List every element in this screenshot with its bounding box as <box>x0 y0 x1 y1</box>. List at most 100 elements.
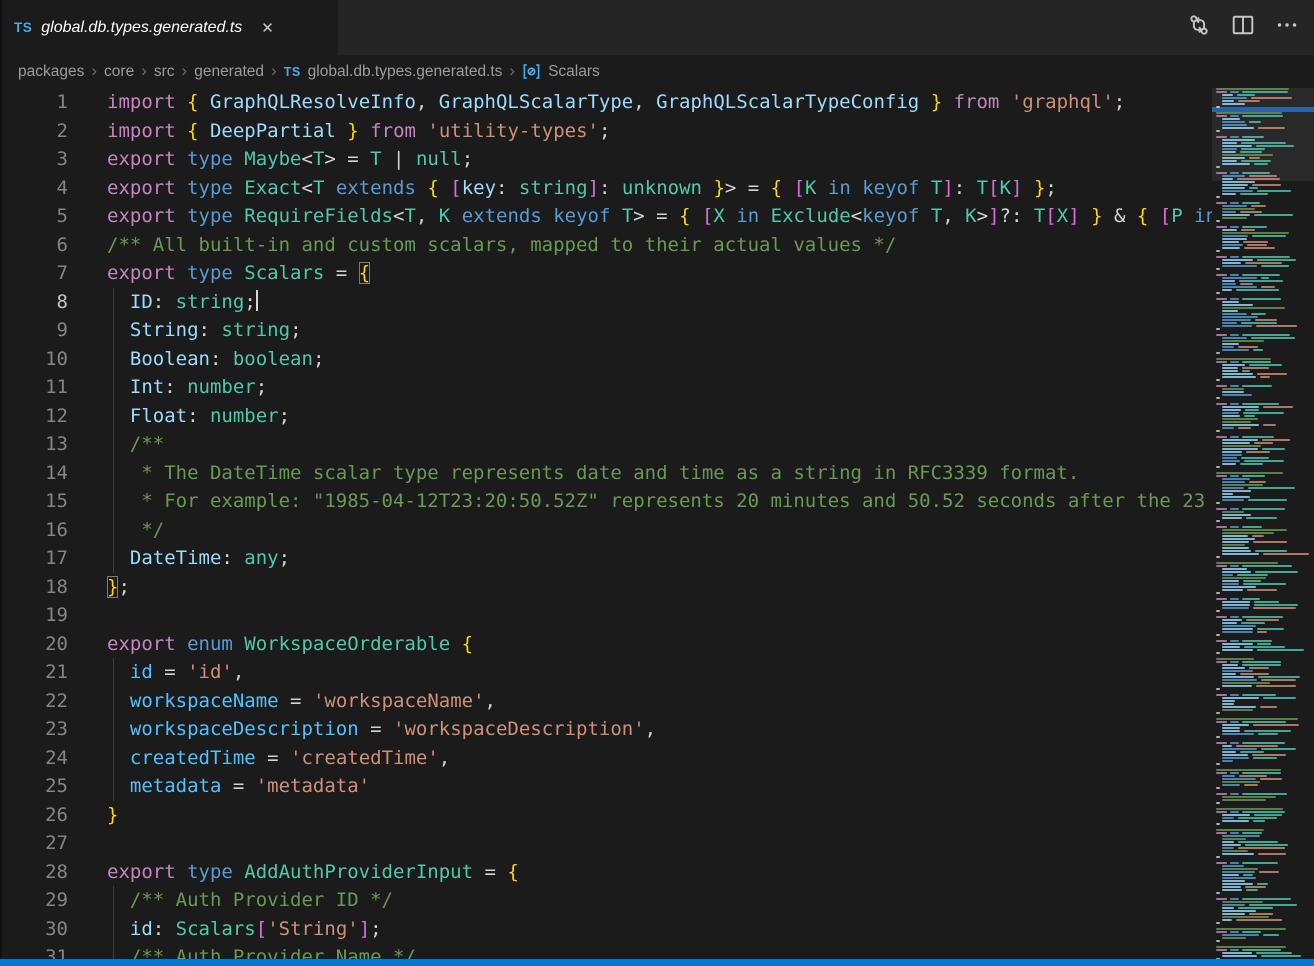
code-line[interactable]: 15 * For example: "1985-04-12T23:20:50.5… <box>0 487 1212 516</box>
open-changes-button[interactable] <box>1184 13 1214 43</box>
code-line[interactable]: 20export enum WorkspaceOrderable { <box>0 630 1212 659</box>
line-number[interactable]: 26 <box>0 801 68 830</box>
code-line[interactable]: 27 <box>0 829 1212 858</box>
code-line[interactable]: 9 String: string; <box>0 316 1212 345</box>
minimap-line <box>1212 592 1314 594</box>
code-line[interactable]: 16 */ <box>0 516 1212 545</box>
code-line[interactable]: 28export type AddAuthProviderInput = { <box>0 858 1212 887</box>
minimap-line <box>1212 919 1314 921</box>
minimap-line <box>1212 115 1314 117</box>
line-number[interactable]: 22 <box>0 687 68 716</box>
line-number[interactable]: 31 <box>0 943 68 959</box>
minimap-line <box>1212 583 1314 585</box>
code-area[interactable]: 1import { GraphQLResolveInfo, GraphQLSca… <box>0 88 1212 959</box>
code-line[interactable]: 13 /** <box>0 430 1212 459</box>
line-number[interactable]: 17 <box>0 544 68 573</box>
minimap-line <box>1212 391 1314 393</box>
code-line[interactable]: 2import { DeepPartial } from 'utility-ty… <box>0 117 1212 146</box>
more-actions-button[interactable] <box>1272 13 1302 43</box>
line-number[interactable]: 24 <box>0 744 68 773</box>
line-number[interactable]: 2 <box>0 117 68 146</box>
code-line[interactable]: 8 ID: string; <box>0 288 1212 317</box>
code-line[interactable]: 4export type Exact<T extends { [key: str… <box>0 174 1212 203</box>
line-number[interactable]: 29 <box>0 886 68 915</box>
line-number[interactable]: 10 <box>0 345 68 374</box>
minimap-line <box>1212 484 1314 486</box>
minimap-line <box>1212 598 1314 600</box>
line-number[interactable]: 8 <box>0 288 68 317</box>
line-number[interactable]: 30 <box>0 915 68 944</box>
code-line[interactable]: 14 * The DateTime scalar type represents… <box>0 459 1212 488</box>
line-number[interactable]: 28 <box>0 858 68 887</box>
line-number[interactable]: 18 <box>0 573 68 602</box>
minimap-line <box>1212 220 1314 222</box>
line-number[interactable]: 11 <box>0 373 68 402</box>
code-text: } <box>68 801 118 830</box>
minimap-line <box>1212 763 1314 765</box>
line-number[interactable]: 9 <box>0 316 68 345</box>
breadcrumb-item-generated[interactable]: generated <box>194 63 264 81</box>
breadcrumb-file[interactable]: global.db.types.generated.ts <box>308 63 503 81</box>
code-line[interactable]: 25 metadata = 'metadata' <box>0 772 1212 801</box>
line-number[interactable]: 12 <box>0 402 68 431</box>
code-text: import { DeepPartial } from 'utility-typ… <box>68 117 610 146</box>
code-line[interactable]: 6/** All built-in and custom scalars, ma… <box>0 231 1212 260</box>
code-line[interactable]: 22 workspaceName = 'workspaceName', <box>0 687 1212 716</box>
line-number[interactable]: 27 <box>0 829 68 858</box>
tab-global-db-types-generated[interactable]: TS global.db.types.generated.ts ✕ <box>0 0 338 55</box>
minimap[interactable] <box>1212 88 1314 959</box>
breadcrumb-item-packages[interactable]: packages <box>18 63 84 81</box>
code-line[interactable]: 10 Boolean: boolean; <box>0 345 1212 374</box>
code-text: Int: number; <box>68 373 267 402</box>
minimap-line <box>1212 97 1314 99</box>
minimap-line <box>1212 496 1314 498</box>
code-line[interactable]: 1import { GraphQLResolveInfo, GraphQLSca… <box>0 88 1212 117</box>
line-number[interactable]: 14 <box>0 459 68 488</box>
code-line[interactable]: 24 createdTime = 'createdTime', <box>0 744 1212 773</box>
code-line[interactable]: 31 /** Auth Provider Name */ <box>0 943 1212 959</box>
minimap-line <box>1212 370 1314 372</box>
minimap-line <box>1212 802 1314 804</box>
code-line[interactable]: 7export type Scalars = { <box>0 259 1212 288</box>
minimap-line <box>1212 556 1314 558</box>
code-text: metadata = 'metadata' <box>68 772 370 801</box>
line-number[interactable]: 16 <box>0 516 68 545</box>
line-number[interactable]: 21 <box>0 658 68 687</box>
minimap-line <box>1212 796 1314 798</box>
line-number[interactable]: 5 <box>0 202 68 231</box>
code-line[interactable]: 19 <box>0 601 1212 630</box>
split-editor-button[interactable] <box>1228 13 1258 43</box>
code-line[interactable]: 5export type RequireFields<T, K extends … <box>0 202 1212 231</box>
code-line[interactable]: 30 id: Scalars['String']; <box>0 915 1212 944</box>
line-number[interactable]: 6 <box>0 231 68 260</box>
line-number[interactable]: 23 <box>0 715 68 744</box>
code-line[interactable]: 18}; <box>0 573 1212 602</box>
line-number[interactable]: 13 <box>0 430 68 459</box>
code-line[interactable]: 23 workspaceDescription = 'workspaceDesc… <box>0 715 1212 744</box>
code-text: ID: string; <box>68 288 258 317</box>
code-line[interactable]: 29 /** Auth Provider ID */ <box>0 886 1212 915</box>
code-line[interactable]: 21 id = 'id', <box>0 658 1212 687</box>
line-number[interactable]: 4 <box>0 174 68 203</box>
code-text: workspaceName = 'workspaceName', <box>68 687 496 716</box>
line-number[interactable]: 1 <box>0 88 68 117</box>
line-number[interactable]: 15 <box>0 487 68 516</box>
code-line[interactable]: 3export type Maybe<T> = T | null; <box>0 145 1212 174</box>
line-number[interactable]: 20 <box>0 630 68 659</box>
code-line[interactable]: 26} <box>0 801 1212 830</box>
minimap-line <box>1212 334 1314 336</box>
code-line[interactable]: 17 DateTime: any; <box>0 544 1212 573</box>
line-number[interactable]: 19 <box>0 601 68 630</box>
line-number[interactable]: 25 <box>0 772 68 801</box>
close-tab-icon[interactable]: ✕ <box>257 17 278 39</box>
breadcrumb-item-core[interactable]: core <box>104 63 134 81</box>
line-number[interactable]: 3 <box>0 145 68 174</box>
minimap-line <box>1212 880 1314 882</box>
breadcrumb-symbol[interactable]: Scalars <box>548 63 600 81</box>
minimap-line <box>1212 157 1314 159</box>
breadcrumb-item-src[interactable]: src <box>154 63 175 81</box>
code-line[interactable]: 11 Int: number; <box>0 373 1212 402</box>
code-line[interactable]: 12 Float: number; <box>0 402 1212 431</box>
minimap-line <box>1212 130 1314 132</box>
line-number[interactable]: 7 <box>0 259 68 288</box>
